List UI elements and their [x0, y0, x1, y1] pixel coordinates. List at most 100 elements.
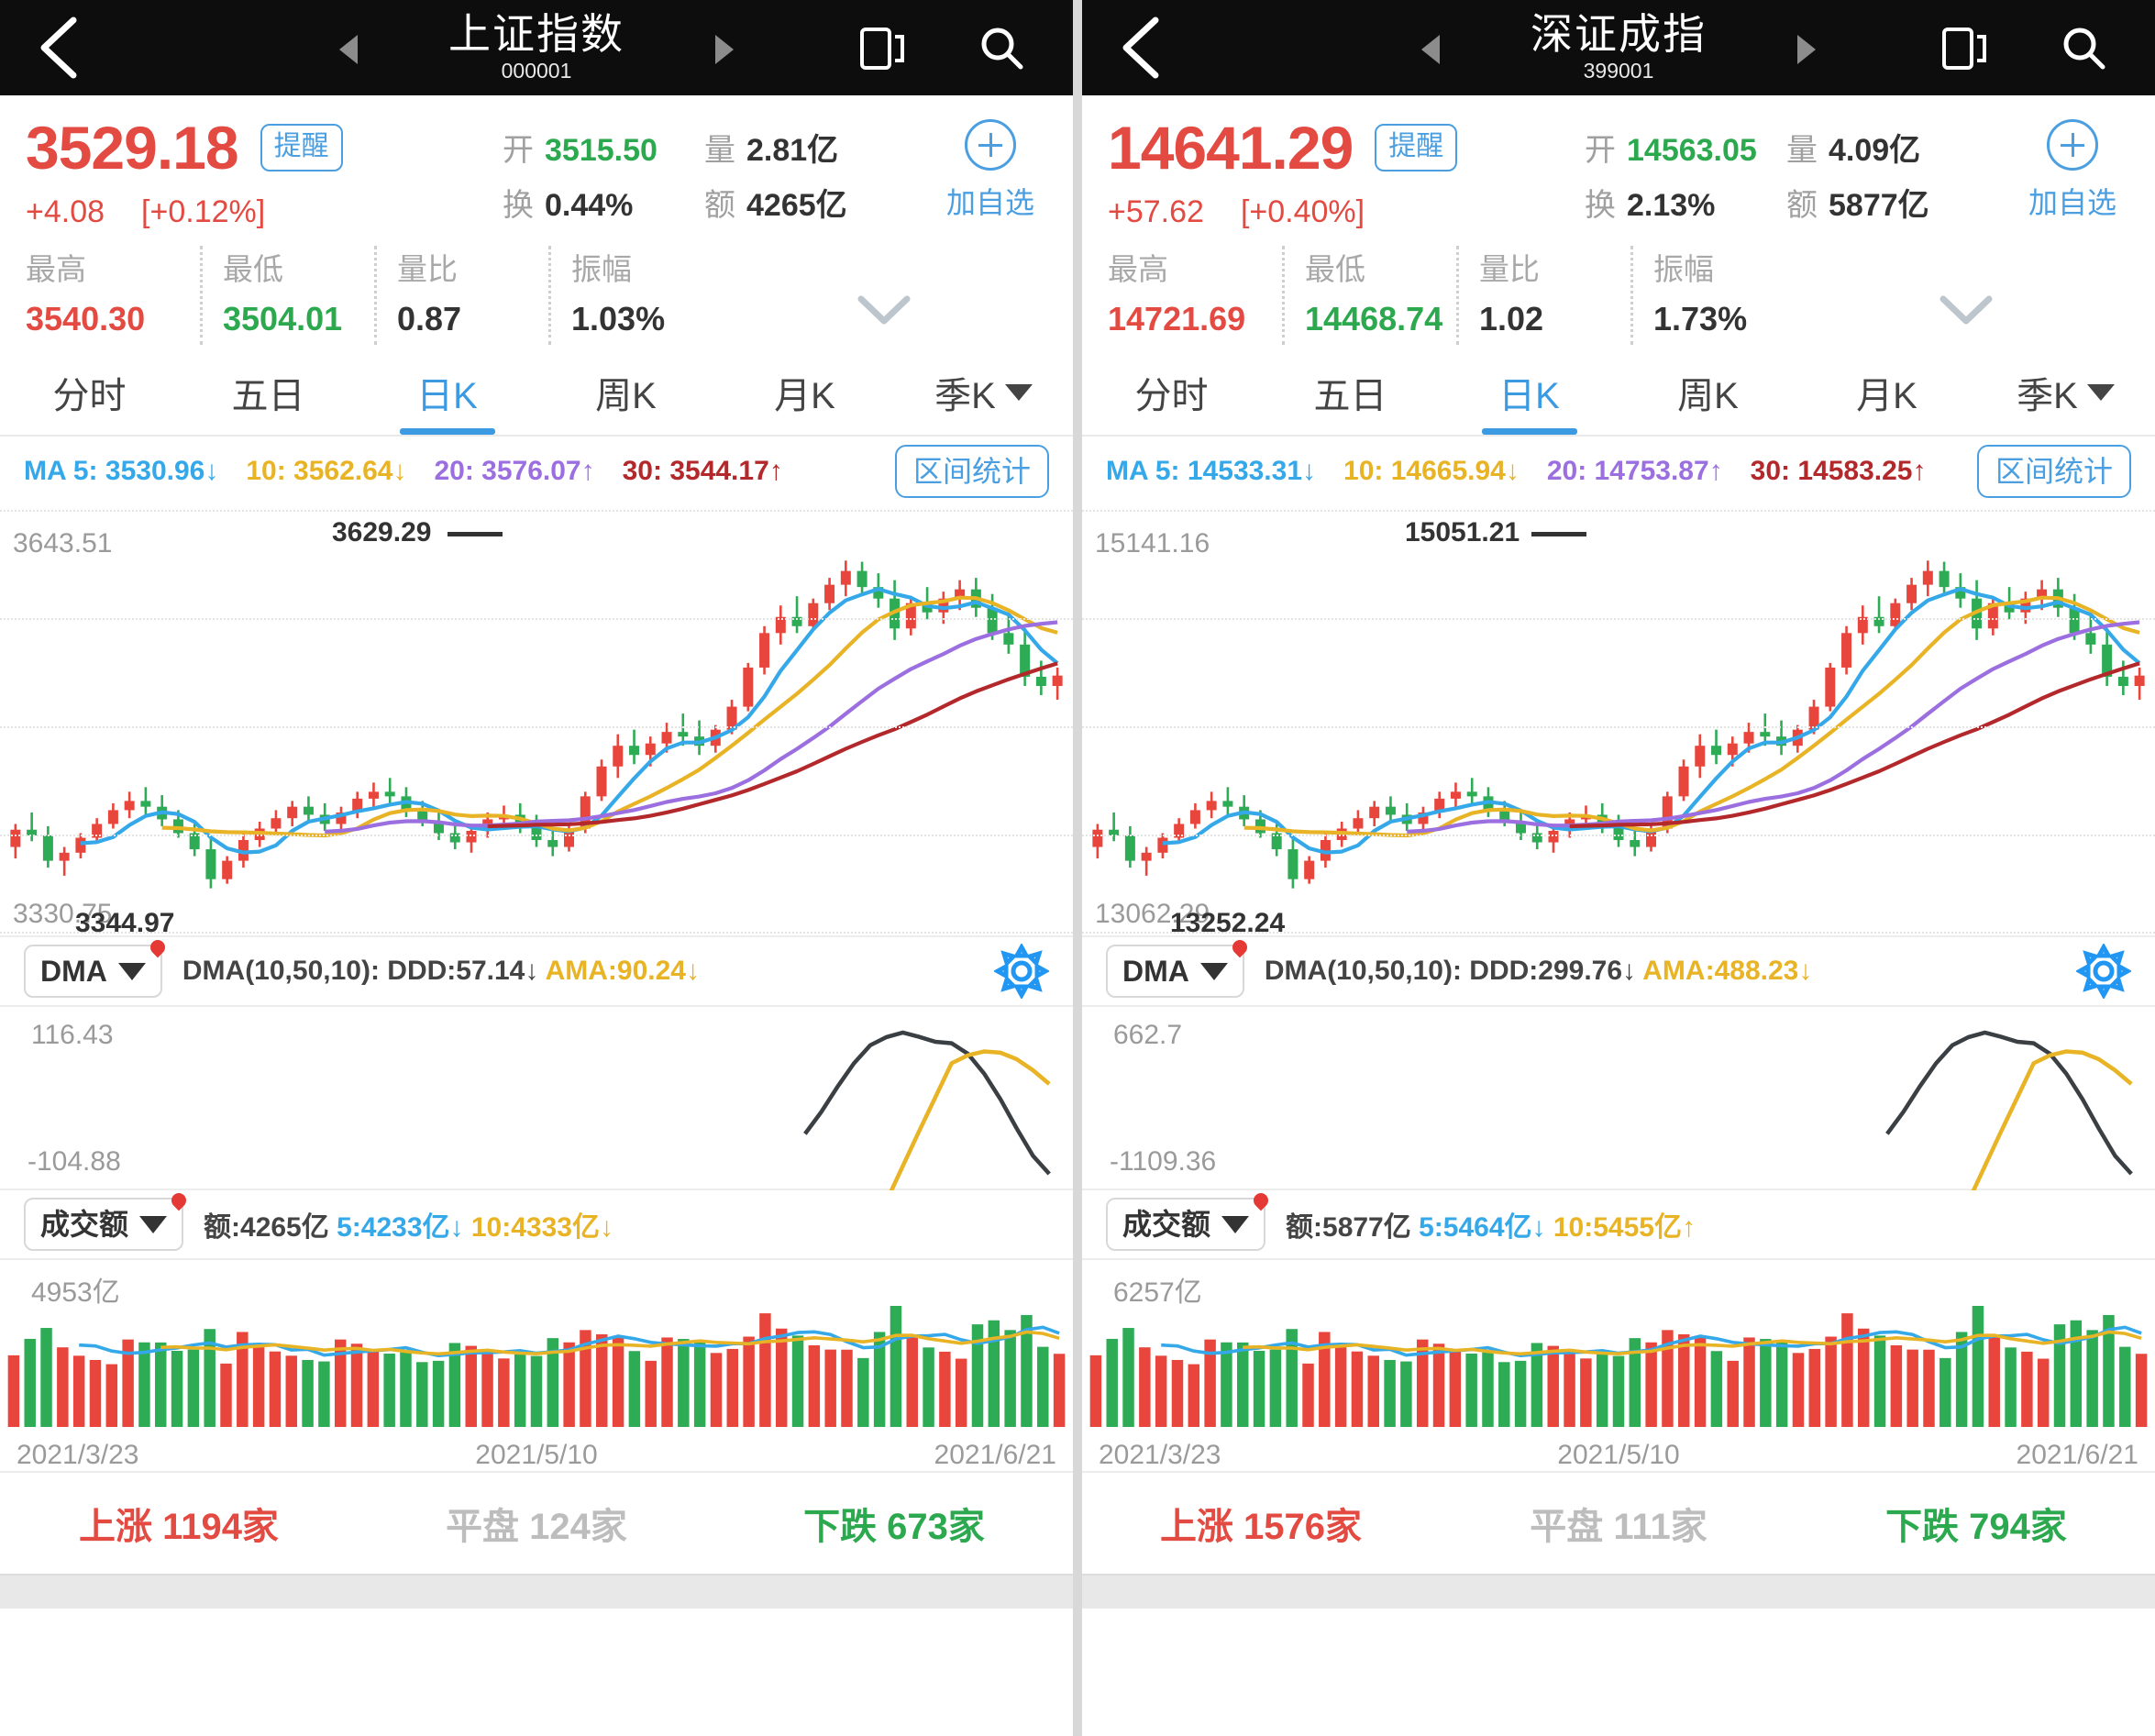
quote-stats: 最高 3540.30 最低 3504.01 量比 0.87 振幅 1.03% — [0, 246, 1073, 345]
nav-title-group: 上证指数 000001 — [0, 9, 1073, 84]
add-watchlist-label: 加自选 — [2028, 186, 2116, 219]
open-row: 开 3515.50 — [503, 123, 704, 178]
next-stock-icon[interactable] — [715, 35, 734, 64]
tab-minute[interactable]: 分时 — [1082, 350, 1261, 435]
stat-low-label: 最低 — [223, 252, 283, 286]
tab-daily[interactable]: 日K — [1440, 350, 1619, 435]
ma20-legend: 20: 3576.07↑ — [434, 456, 595, 486]
turnover-value: 0.44% — [545, 188, 634, 223]
expand-quote-button[interactable] — [1805, 246, 2155, 326]
device-icon[interactable] — [858, 24, 908, 73]
tab-fiveday[interactable]: 五日 — [1261, 350, 1440, 435]
ma-legend: MA 5: 14533.31↓ 10: 14665.94↓ 20: 14753.… — [1082, 437, 2155, 506]
breadth-up: 上涨 1576家 — [1159, 1507, 1363, 1547]
tab-quarterly[interactable]: 季K — [1976, 350, 2155, 435]
new-badge-dot — [147, 936, 169, 958]
date-start: 2021/3/23 — [17, 1440, 139, 1470]
tab-fiveday[interactable]: 五日 — [179, 350, 358, 435]
add-watchlist-button[interactable]: 加自选 — [1990, 116, 2155, 222]
chart-period-tabs: 分时 五日 日K 周K 月K 季K — [0, 350, 1073, 437]
date-mid: 2021/5/10 — [1557, 1440, 1680, 1470]
turnover-row: 换 2.13% — [1585, 178, 1786, 233]
add-watchlist-button[interactable]: 加自选 — [908, 116, 1073, 222]
candlestick-canvas — [1092, 560, 2145, 889]
app-screen: 上证指数 000001 3529.18 提醒 +4.08 [+0.12%] 开 … — [0, 0, 2155, 1736]
device-icon[interactable] — [1940, 24, 1990, 73]
dma-selector[interactable]: DMA — [1106, 936, 1251, 998]
range-stats-button[interactable]: 区间统计 — [1976, 445, 2131, 498]
volume-ma10: 10:5455亿↑ — [1553, 1212, 1696, 1243]
open-value: 3515.50 — [545, 133, 658, 168]
dma-chart[interactable]: 662.7 -1109.36 — [1082, 1007, 2155, 1190]
amount-row: 额 5877亿 — [1786, 178, 1988, 233]
stat-high-label: 最高 — [26, 252, 86, 286]
search-icon[interactable] — [2060, 24, 2109, 73]
tab-weekly[interactable]: 周K — [536, 350, 715, 435]
tab-monthly-label: 月K — [774, 376, 835, 416]
gear-icon[interactable] — [994, 944, 1049, 999]
dma-values: DMA(10,50,10): DDD:299.76↓ AMA:488.23↓ — [1265, 956, 1812, 987]
add-watchlist-label: 加自选 — [945, 186, 1034, 219]
volume-selector[interactable]: 成交额 — [24, 1189, 190, 1251]
quote-block: 14641.29 提醒 +57.62 [+0.40%] 开 14563.05 换2… — [1082, 95, 2155, 345]
volume-top-label: 4953亿 — [31, 1277, 120, 1308]
new-badge-dot — [1229, 936, 1251, 958]
volume-value: 2.81亿 — [746, 133, 839, 168]
candlestick-chart[interactable]: 3643.51 3330.75 3344.97 3629.29 — [0, 506, 1073, 938]
price-change-pct: [+0.12%] — [141, 194, 266, 229]
breadth-flat: 平盘 111家 — [1530, 1507, 1707, 1547]
new-badge-dot — [168, 1189, 190, 1211]
gear-icon[interactable] — [2076, 944, 2131, 999]
plus-icon — [965, 119, 1016, 171]
navbar: 上证指数 000001 — [0, 0, 1073, 95]
ma30-legend: 30: 3544.17↑ — [622, 456, 783, 486]
date-end: 2021/6/21 — [2016, 1440, 2138, 1470]
volume-chart[interactable]: 4953亿 — [0, 1260, 1073, 1434]
stat-volratio: 量比 0.87 — [374, 246, 548, 345]
volume-chart[interactable]: 6257亿 — [1082, 1260, 2155, 1434]
dma-ddd: DMA(10,50,10): DDD:299.76↓ — [1264, 956, 1637, 986]
tab-daily-label: 日K — [416, 376, 478, 416]
alert-button[interactable]: 提醒 — [1375, 124, 1458, 171]
volume-selector[interactable]: 成交额 — [1106, 1189, 1272, 1251]
dma-bottom-label: -104.88 — [28, 1146, 121, 1177]
breadth-down: 下跌 673家 — [803, 1507, 985, 1547]
volume-canvas — [1089, 1306, 2148, 1427]
tab-monthly[interactable]: 月K — [715, 350, 894, 435]
tab-daily[interactable]: 日K — [358, 350, 536, 435]
tab-weekly[interactable]: 周K — [1619, 350, 1797, 435]
search-icon[interactable] — [978, 24, 1027, 73]
stat-high-label: 最高 — [1108, 252, 1168, 286]
open-label: 开 — [503, 133, 534, 168]
volume-ma5: 5:5464亿↓ — [1419, 1212, 1546, 1243]
kchart-top-price: 3643.51 — [13, 528, 113, 558]
stat-amplitude-label: 振幅 — [1653, 252, 1714, 286]
volume-row: 量 4.09亿 — [1786, 123, 1988, 178]
market-breadth: 上涨 1194家 平盘 124家 下跌 673家 — [0, 1473, 1073, 1574]
page-title: 上证指数 — [448, 10, 624, 58]
stat-amplitude: 振幅 1.03% — [548, 246, 723, 345]
volume-values: 额:4265亿 5:4233亿↓ 10:4333亿↓ — [204, 1204, 613, 1244]
stat-high-value: 14721.69 — [1108, 300, 1246, 337]
dma-top-label: 662.7 — [1113, 1020, 1183, 1050]
tab-minute-label: 分时 — [1134, 376, 1209, 416]
candlestick-chart[interactable]: 15141.16 13062.29 13252.24 15051.21 — [1082, 506, 2155, 938]
tab-quarterly[interactable]: 季K — [894, 350, 1073, 435]
index-panel-shanghai: 上证指数 000001 3529.18 提醒 +4.08 [+0.12%] 开 … — [0, 0, 1073, 1736]
volume-label: 量 — [704, 133, 735, 168]
dma-canvas — [803, 1030, 1051, 1190]
kchart-low-annotation: 3344.97 — [75, 908, 175, 938]
date-mid: 2021/5/10 — [475, 1440, 598, 1470]
dma-selector[interactable]: DMA — [24, 936, 169, 998]
tab-monthly[interactable]: 月K — [1797, 350, 1976, 435]
stat-volratio: 量比 1.02 — [1456, 246, 1630, 345]
stock-code: 399001 — [1583, 59, 1654, 83]
expand-quote-button[interactable] — [723, 246, 1073, 326]
alert-button[interactable]: 提醒 — [260, 124, 343, 171]
tab-minute[interactable]: 分时 — [0, 350, 179, 435]
stat-low: 最低 14468.74 — [1282, 246, 1456, 345]
range-stats-button[interactable]: 区间统计 — [894, 445, 1049, 498]
amount-value: 5877亿 — [1829, 188, 1929, 223]
next-stock-icon[interactable] — [1797, 35, 1816, 64]
dma-chart[interactable]: 116.43 -104.88 — [0, 1007, 1073, 1190]
